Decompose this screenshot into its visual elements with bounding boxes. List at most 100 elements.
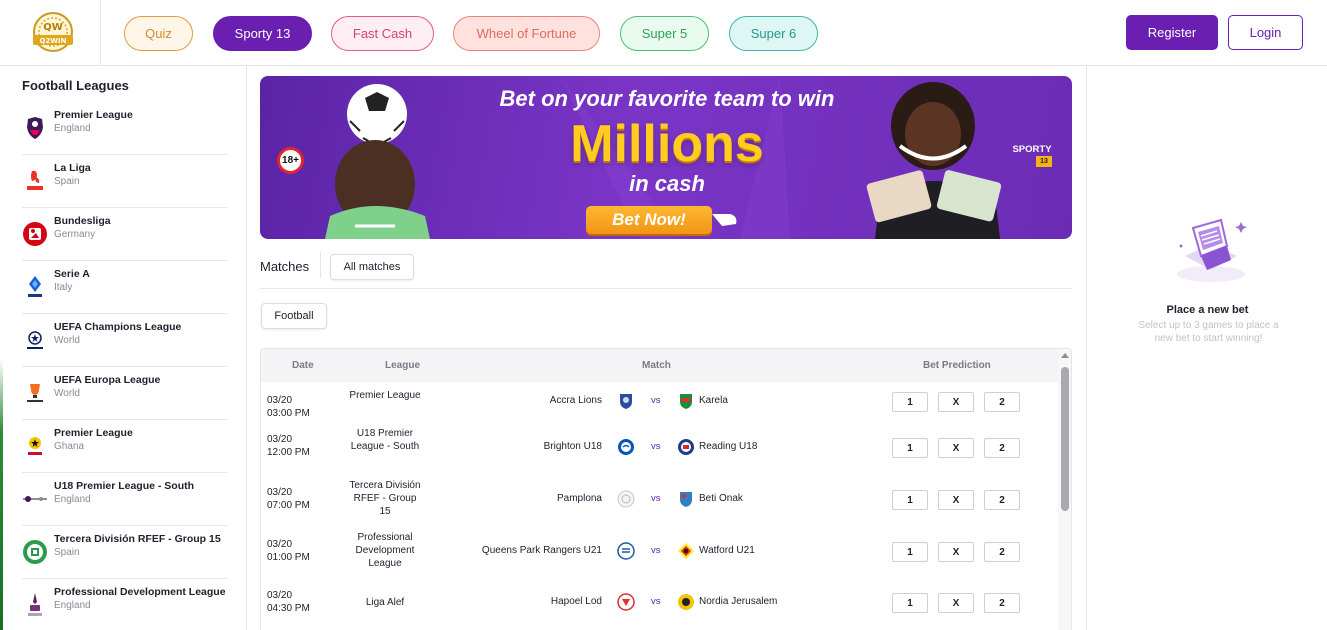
pick-away-button[interactable]: 2: [984, 593, 1020, 613]
pick-draw-button[interactable]: X: [938, 438, 974, 458]
sidebar-item-tercera-division-rfef[interactable]: Tercera División RFEF - Group 15 Spain: [22, 526, 227, 579]
tab-super-5[interactable]: Super 5: [620, 16, 709, 51]
leagues-sidebar: Football Leagues Premier League England …: [0, 66, 247, 630]
sidebar-item-label: Bundesliga: [54, 215, 111, 227]
betslip-empty-subtitle: Select up to 3 games to place a new bet …: [1138, 320, 1279, 344]
sidebar-item-uefa-champions-league[interactable]: UEFA Champions League World: [22, 314, 227, 367]
match-date: 03/20: [267, 539, 293, 550]
match-datetime: 03/20 03:00 PM: [267, 394, 310, 420]
tab-sporty-13[interactable]: Sporty 13: [213, 16, 312, 51]
table-row: 03/20 12:00 PM U18 Premier League - Sout…: [261, 427, 1058, 469]
away-team: Watford U21: [699, 545, 755, 556]
tab-quiz[interactable]: Quiz: [124, 16, 193, 51]
match-date: 03/20: [267, 590, 293, 601]
sidebar-item-bundesliga[interactable]: Bundesliga Germany: [22, 208, 227, 261]
sidebar-item-serie-a[interactable]: Serie A Italy: [22, 261, 227, 314]
watford-crest-icon: [678, 543, 694, 559]
home-team: Hapoel Lod: [550, 596, 602, 607]
bet-now-button[interactable]: Bet Now!: [586, 206, 712, 234]
table-row: 03/20 04:30 PM Liga Alef Hapoel Lod vs N…: [261, 583, 1058, 619]
vs-label: vs: [651, 441, 661, 452]
pick-away-button[interactable]: 2: [984, 490, 1020, 510]
accra-lions-crest-icon: [620, 394, 632, 409]
column-header-date: Date: [292, 360, 314, 371]
betslip-panel: Place a new bet Select up to 3 games to …: [1086, 66, 1327, 630]
home-team: Pamplona: [556, 493, 602, 504]
table-row: 03/20 01:00 PM Professional Development …: [261, 531, 1058, 573]
reading-crest-icon: [678, 439, 694, 455]
table-header: Date League Match Bet Prediction: [261, 349, 1058, 382]
bundesliga-icon: [22, 221, 48, 247]
tab-fast-cash[interactable]: Fast Cash: [331, 16, 434, 51]
sidebar-item-label: Tercera División RFEF - Group 15: [54, 533, 221, 545]
sidebar-item-label: UEFA Europa League: [54, 374, 161, 386]
table-row: 03/20 03:00 PM Premier League Accra Lion…: [261, 389, 1058, 425]
vs-label: vs: [651, 545, 661, 556]
sidebar-item-country: Ghana: [54, 441, 85, 452]
sidebar-item-country: England: [54, 600, 91, 611]
banner-subline: in cash: [629, 171, 705, 196]
pick-home-button[interactable]: 1: [892, 438, 928, 458]
matches-divider: [320, 252, 321, 278]
brand-logo[interactable]: QW Q2WIN: [30, 12, 76, 54]
pick-home-button[interactable]: 1: [892, 392, 928, 412]
match-time: 01:00 PM: [267, 552, 310, 563]
banner-highlight: Millions: [570, 115, 764, 173]
sidebar-item-label: Premier League: [54, 427, 133, 439]
pick-home-button[interactable]: 1: [892, 542, 928, 562]
sidebar-item-country: Italy: [54, 282, 73, 293]
age-restriction-badge: 18+: [277, 147, 304, 174]
away-team: Reading U18: [699, 441, 758, 452]
sidebar-item-premier-league-england[interactable]: Premier League England: [22, 102, 227, 155]
pamplona-crest-icon: [617, 490, 635, 508]
table-row: 03/20 07:00 PM Tercera División RFEF - G…: [261, 479, 1058, 521]
sidebar-item-u18-premier-league-south[interactable]: U18 Premier League - South England: [22, 473, 227, 526]
pick-home-button[interactable]: 1: [892, 490, 928, 510]
match-date: 03/20: [267, 395, 293, 406]
match-league: Tercera División RFEF - Group 15: [349, 480, 421, 517]
karela-crest-icon: [680, 394, 692, 409]
u18-premier-league-icon: [22, 486, 48, 512]
away-team: Beti Onak: [699, 493, 743, 504]
sidebar-item-label: Premier League: [54, 109, 133, 121]
sidebar-item-uefa-europa-league[interactable]: UEFA Europa League World: [22, 367, 227, 420]
tab-wheel-of-fortune[interactable]: Wheel of Fortune: [453, 16, 600, 51]
sidebar-title: Football Leagues: [22, 78, 129, 93]
sidebar-item-premier-league-ghana[interactable]: Premier League Ghana: [22, 420, 227, 473]
pick-away-button[interactable]: 2: [984, 438, 1020, 458]
home-team: Queens Park Rangers U21: [481, 545, 602, 556]
all-matches-filter[interactable]: All matches: [330, 254, 414, 280]
pick-draw-button[interactable]: X: [938, 392, 974, 412]
serie-a-icon: [22, 274, 48, 300]
sidebar-item-professional-development-league[interactable]: Professional Development League England: [22, 579, 227, 630]
scroll-up-arrow-icon[interactable]: [1061, 353, 1069, 358]
match-time: 12:00 PM: [267, 447, 310, 458]
tab-super-6[interactable]: Super 6: [729, 16, 818, 51]
pick-away-button[interactable]: 2: [984, 392, 1020, 412]
sidebar-item-label: La Liga: [54, 162, 91, 174]
promo-banner[interactable]: 18+ Bet on your favorite team to win Mil…: [260, 76, 1072, 239]
pick-home-button[interactable]: 1: [892, 593, 928, 613]
login-button[interactable]: Login: [1228, 15, 1303, 50]
pick-draw-button[interactable]: X: [938, 593, 974, 613]
svg-text:QW: QW: [43, 22, 63, 33]
sporty-badge-number: 13: [1036, 156, 1052, 167]
champions-league-icon: [22, 327, 48, 353]
match-datetime: 03/20 12:00 PM: [267, 433, 310, 459]
table-scrollbar-thumb[interactable]: [1061, 367, 1069, 511]
pick-draw-button[interactable]: X: [938, 542, 974, 562]
sport-filter-football[interactable]: Football: [261, 303, 327, 329]
matches-heading: Matches: [260, 259, 310, 274]
home-team: Brighton U18: [543, 441, 602, 452]
vs-label: vs: [651, 395, 661, 406]
pick-away-button[interactable]: 2: [984, 542, 1020, 562]
away-team: Nordia Jerusalem: [699, 596, 778, 607]
sidebar-item-country: England: [54, 123, 91, 134]
home-team: Accra Lions: [549, 395, 602, 406]
sidebar-item-la-liga[interactable]: La Liga Spain: [22, 155, 227, 208]
sporty-13-badge: SPORTY 13: [1010, 144, 1054, 168]
pick-draw-button[interactable]: X: [938, 490, 974, 510]
ghana-premier-league-icon: [22, 433, 48, 459]
register-button[interactable]: Register: [1126, 15, 1218, 50]
match-league: Professional Development League: [355, 532, 415, 569]
